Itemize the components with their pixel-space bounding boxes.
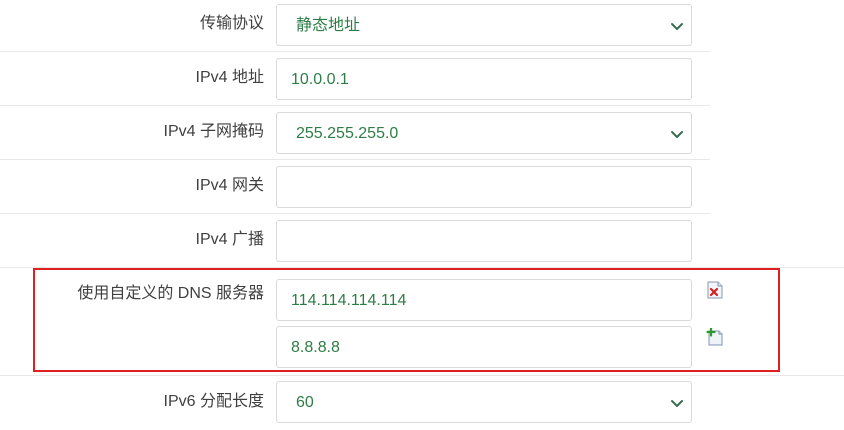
row-divider bbox=[0, 51, 710, 52]
dns-server-value-2: 8.8.8.8 bbox=[291, 339, 340, 356]
network-interface-form: 传输协议 静态地址 IPv4 地址 10.0.0.1 IPv4 子网掩码 255… bbox=[0, 0, 844, 430]
dns-server-input-1[interactable]: 114.114.114.114 bbox=[276, 279, 692, 321]
ipv4-address-input[interactable]: 10.0.0.1 bbox=[276, 58, 692, 100]
protocol-select[interactable]: 静态地址 bbox=[276, 4, 692, 46]
ipv6-prefix-label: IPv6 分配长度 bbox=[163, 393, 264, 410]
protocol-label: 传输协议 bbox=[199, 15, 264, 32]
ipv4-netmask-select[interactable]: 255.255.255.0 bbox=[276, 112, 692, 154]
chevron-down-icon bbox=[671, 23, 683, 30]
ipv6-prefix-value: 60 bbox=[296, 394, 314, 411]
ipv6-prefix-select[interactable]: 60 bbox=[276, 381, 692, 423]
ipv4-broadcast-input[interactable] bbox=[276, 220, 692, 262]
ipv4-broadcast-label: IPv4 广播 bbox=[195, 231, 264, 248]
dns-server-input-2[interactable]: 8.8.8.8 bbox=[276, 326, 692, 368]
ipv4-netmask-label: IPv4 子网掩码 bbox=[163, 123, 264, 140]
ipv4-gateway-input[interactable] bbox=[276, 166, 692, 208]
row-divider bbox=[0, 375, 844, 376]
ipv4-gateway-label: IPv4 网关 bbox=[195, 177, 264, 194]
row-divider bbox=[0, 159, 710, 160]
row-divider bbox=[0, 213, 710, 214]
add-dns-icon[interactable] bbox=[706, 328, 724, 346]
ipv4-netmask-value: 255.255.255.0 bbox=[296, 125, 399, 142]
row-divider bbox=[0, 105, 710, 106]
chevron-down-icon bbox=[671, 400, 683, 407]
chevron-down-icon bbox=[671, 131, 683, 138]
remove-dns-icon[interactable] bbox=[706, 281, 724, 299]
ipv4-address-label: IPv4 地址 bbox=[195, 69, 264, 86]
dns-server-value-1: 114.114.114.114 bbox=[291, 292, 407, 309]
ipv4-address-value: 10.0.0.1 bbox=[291, 71, 349, 88]
custom-dns-label: 使用自定义的 DNS 服务器 bbox=[77, 285, 264, 302]
protocol-value: 静态地址 bbox=[296, 17, 361, 34]
